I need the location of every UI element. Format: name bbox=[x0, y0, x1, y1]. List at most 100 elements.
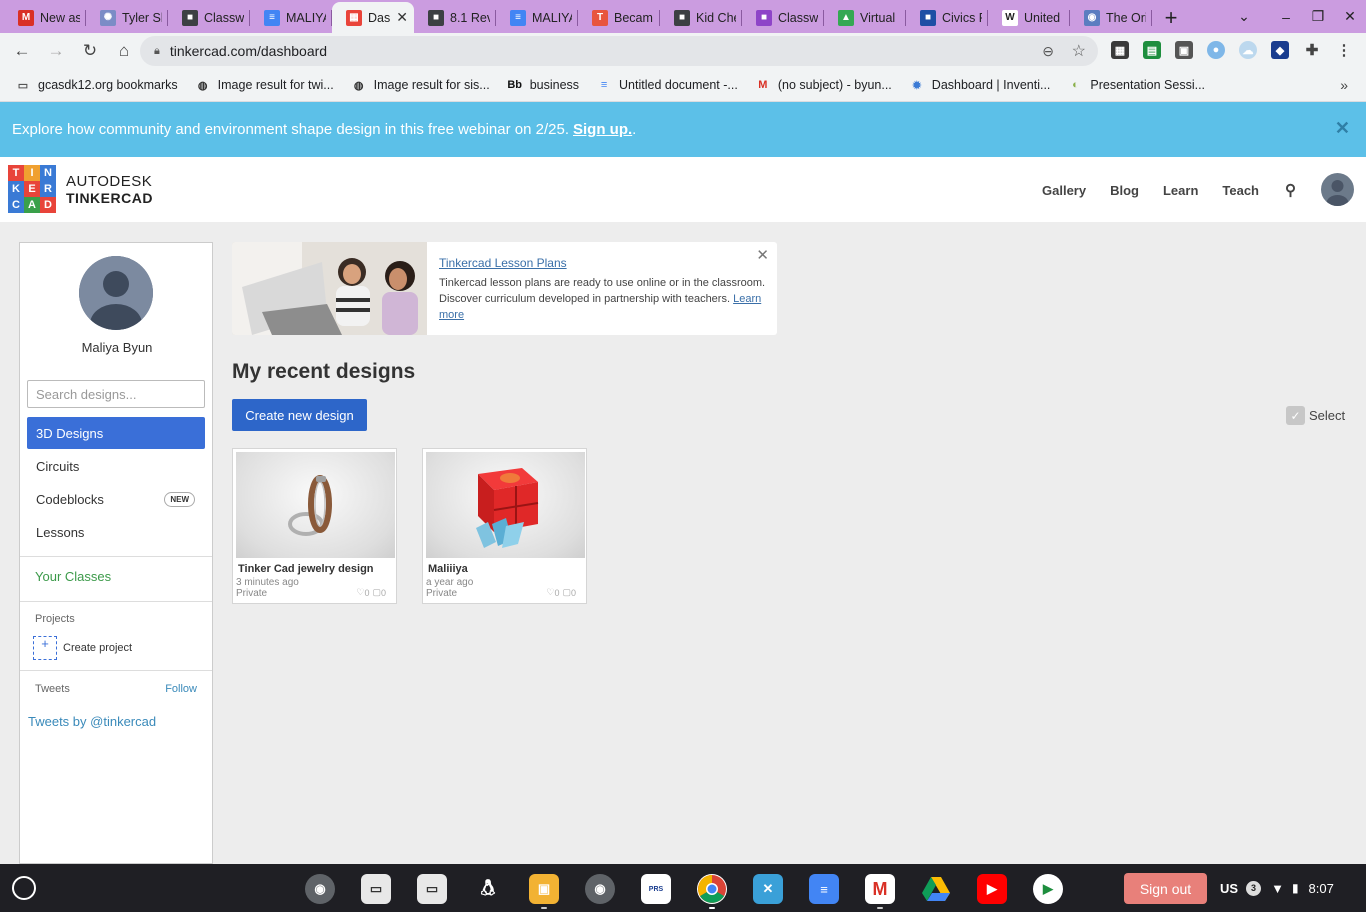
youtube-icon[interactable]: ▶ bbox=[977, 874, 1007, 904]
your-classes-link[interactable]: Your Classes bbox=[35, 569, 111, 584]
tab-6[interactable]: ≡ MALIYA bbox=[496, 2, 578, 33]
close-icon[interactable]: ✕ bbox=[756, 246, 769, 264]
sheets-extension-icon[interactable]: ▤ bbox=[1143, 41, 1161, 59]
gmail-app-icon[interactable]: M bbox=[865, 874, 895, 904]
google-drive-icon[interactable] bbox=[921, 874, 951, 904]
bookmarks-overflow-icon[interactable]: » bbox=[1340, 77, 1348, 93]
tab-11[interactable]: ■ Civics F bbox=[906, 2, 988, 33]
app-x-icon[interactable]: ✕ bbox=[753, 874, 783, 904]
lesson-plans-image[interactable] bbox=[232, 242, 427, 335]
tab-0[interactable]: M New as bbox=[4, 2, 86, 33]
design-thumbnail[interactable] bbox=[426, 452, 585, 558]
tab-5[interactable]: ■ 8.1 Rev bbox=[414, 2, 496, 33]
webinar-signup-link[interactable]: Sign up. bbox=[573, 121, 632, 138]
tab-4[interactable]: ▦ Das ✕ bbox=[332, 2, 414, 33]
restore-icon[interactable]: ❐ bbox=[1302, 8, 1334, 25]
status-tray[interactable]: US 3 ▼ ▮ 8:07 bbox=[1220, 875, 1334, 901]
bookmark-7[interactable]: ◐ Presentation Sessi... bbox=[1068, 78, 1205, 92]
design-card[interactable]: Maliiiya a year ago Private ♡ 0 ▢ 0 bbox=[422, 448, 587, 604]
search-designs-input[interactable] bbox=[27, 380, 205, 408]
sidebar-item-circuits[interactable]: Circuits bbox=[27, 450, 205, 482]
bookmark-2[interactable]: ◍ Image result for sis... bbox=[352, 78, 490, 92]
camera-app-icon[interactable]: ◉ bbox=[305, 874, 335, 904]
tab-10[interactable]: ▲ Virtual bbox=[824, 2, 906, 33]
minimize-icon[interactable]: – bbox=[1270, 9, 1302, 25]
sidebar-item-3d-designs[interactable]: 3D Designs bbox=[27, 417, 205, 449]
sign-out-button[interactable]: Sign out bbox=[1124, 873, 1207, 904]
design-name[interactable]: Maliiiya bbox=[428, 563, 468, 575]
screen-capture-icon[interactable]: ◉ bbox=[585, 874, 615, 904]
qr-code-icon[interactable]: ▣ bbox=[1175, 41, 1193, 59]
nav-teach[interactable]: Teach bbox=[1222, 183, 1259, 198]
cloud-extension-icon[interactable]: ☁ bbox=[1239, 41, 1257, 59]
bookmark-star-icon[interactable]: ☆ bbox=[1072, 41, 1086, 61]
docs-icon: ≡ bbox=[510, 9, 526, 26]
create-project-button[interactable]: + Create project bbox=[33, 636, 132, 660]
lesson-plans-title-link[interactable]: Tinkercad Lesson Plans bbox=[439, 256, 567, 270]
tab-1[interactable]: ✺ Tyler Sl bbox=[86, 2, 168, 33]
brand-wordmark[interactable]: AUTODESK TINKERCAD bbox=[66, 174, 153, 207]
tab-search-icon[interactable]: ⌄ bbox=[1228, 8, 1260, 25]
tinkercad-icon: ▦ bbox=[346, 9, 362, 26]
tab-13[interactable]: ◉ The Ori bbox=[1070, 2, 1152, 33]
tinkercad-logo[interactable]: TINKERCAD bbox=[8, 165, 56, 213]
design-card[interactable]: Tinker Cad jewelry design 3 minutes ago … bbox=[232, 448, 397, 604]
qr-extension-icon[interactable]: ▦ bbox=[1111, 41, 1129, 59]
pearson-testnav-icon[interactable]: PRS bbox=[641, 874, 671, 904]
tab-8[interactable]: ■ Kid Che bbox=[660, 2, 742, 33]
chrome-menu-icon[interactable]: ⋮ bbox=[1335, 41, 1353, 59]
plus-icon: + bbox=[33, 636, 57, 660]
bookmark-1[interactable]: ◍ Image result for twi... bbox=[196, 78, 334, 92]
tab-7[interactable]: T Becam bbox=[578, 2, 660, 33]
screencast-extension-icon[interactable]: ● bbox=[1207, 41, 1225, 59]
tab-12[interactable]: W United bbox=[988, 2, 1070, 33]
google-classroom-icon[interactable]: ▣ bbox=[529, 874, 559, 904]
play-store-icon[interactable]: ▶ bbox=[1033, 874, 1063, 904]
design-name[interactable]: Tinker Cad jewelry design bbox=[238, 563, 374, 575]
lock-icon[interactable]: 🔒︎ bbox=[154, 45, 160, 58]
address-bar[interactable]: 🔒︎ tinkercad.com/dashboard ⊖ ☆ bbox=[140, 36, 1098, 66]
sidebar-item-codeblocks[interactable]: Codeblocks NEW bbox=[27, 483, 205, 515]
follow-link[interactable]: Follow bbox=[165, 683, 197, 695]
select-label: Select bbox=[1309, 408, 1346, 423]
bookmark-3[interactable]: Bb business bbox=[507, 78, 579, 92]
bookmark-5[interactable]: M (no subject) - byun... bbox=[756, 78, 892, 92]
google-docs-icon[interactable]: ≡ bbox=[809, 874, 839, 904]
design-thumbnail[interactable] bbox=[236, 452, 395, 558]
nav-learn[interactable]: Learn bbox=[1163, 183, 1198, 198]
nav-blog[interactable]: Blog bbox=[1110, 183, 1139, 198]
avatar[interactable] bbox=[1321, 173, 1354, 206]
select-checkbox[interactable]: ✓ Select bbox=[1286, 406, 1345, 425]
gear-icon: ✹ bbox=[912, 79, 922, 92]
reload-icon[interactable]: ↻ bbox=[74, 35, 106, 67]
extensions-puzzle-icon[interactable]: ✚ bbox=[1303, 41, 1321, 59]
files-app-icon[interactable]: ▭ bbox=[417, 874, 447, 904]
tab-9[interactable]: ■ Classw bbox=[742, 2, 824, 33]
tab-title: The Ori bbox=[1106, 10, 1146, 25]
search-icon[interactable]: ⚲ bbox=[1285, 181, 1296, 199]
close-banner-icon[interactable]: ✕ bbox=[1335, 118, 1350, 139]
forward-icon[interactable]: → bbox=[40, 35, 72, 67]
bookmark-4[interactable]: ≡ Untitled document -... bbox=[597, 78, 738, 92]
bookmark-6[interactable]: ✹ Dashboard | Inventi... bbox=[910, 78, 1050, 92]
chrome-app-icon[interactable] bbox=[697, 874, 727, 904]
close-window-icon[interactable]: ✕ bbox=[1334, 8, 1366, 25]
files-app-icon[interactable]: ▭ bbox=[361, 874, 391, 904]
security-extension-icon[interactable]: ◆ bbox=[1271, 41, 1289, 59]
home-icon[interactable]: ⌂ bbox=[108, 35, 140, 67]
nav-gallery[interactable]: Gallery bbox=[1042, 183, 1086, 198]
profile-avatar[interactable] bbox=[79, 256, 153, 330]
linux-penguin-icon[interactable]: 🐧︎ bbox=[473, 874, 503, 904]
webinar-trailing-text: . bbox=[632, 121, 637, 138]
close-tab-icon[interactable]: ✕ bbox=[396, 9, 408, 26]
tab-3[interactable]: ≡ MALIYA bbox=[250, 2, 332, 33]
back-icon[interactable]: ← bbox=[6, 35, 38, 67]
tweets-by-link[interactable]: Tweets by @tinkercad bbox=[28, 714, 156, 729]
sidebar-item-lessons[interactable]: Lessons bbox=[27, 516, 205, 548]
zoom-icon[interactable]: ⊖ bbox=[1042, 43, 1054, 60]
create-new-design-button[interactable]: Create new design bbox=[232, 399, 367, 431]
tab-2[interactable]: ■ Classw bbox=[168, 2, 250, 33]
launcher-icon[interactable] bbox=[12, 876, 36, 900]
bookmark-0[interactable]: ▭ gcasdk12.org bookmarks bbox=[16, 78, 178, 92]
new-tab-button[interactable]: + bbox=[1156, 2, 1186, 33]
